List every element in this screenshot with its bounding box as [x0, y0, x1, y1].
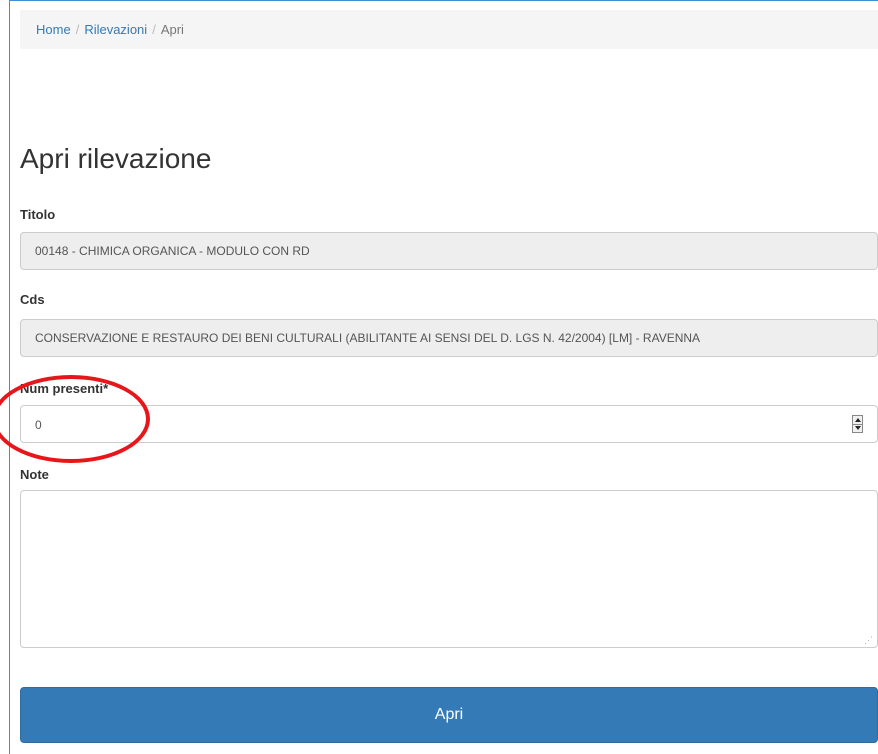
titolo-label: Titolo — [20, 207, 56, 222]
cds-label: Cds — [20, 292, 45, 307]
spinner-divider — [853, 424, 862, 425]
breadcrumb-separator: / — [75, 22, 80, 37]
breadcrumb-current: Apri — [160, 22, 184, 37]
breadcrumb-home-link[interactable]: Home — [36, 22, 71, 37]
breadcrumb-separator: / — [152, 22, 156, 37]
spin-down-icon[interactable] — [855, 426, 861, 430]
page-title: Apri rilevazione — [20, 143, 212, 174]
number-spinner[interactable] — [852, 415, 863, 433]
titolo-field: 00148 - CHIMICA ORGANICA - MODULO CON RD — [20, 232, 878, 270]
apri-submit-button[interactable]: Apri — [20, 687, 878, 743]
num-presenti-value: 0 — [35, 418, 42, 432]
spin-up-icon[interactable] — [855, 418, 861, 422]
apri-button-label: Apri — [434, 706, 464, 723]
num-presenti-input[interactable]: 0 — [20, 405, 878, 443]
note-label: Note — [20, 467, 49, 482]
resize-grip-icon[interactable]: ⋰ — [864, 636, 873, 645]
note-textarea[interactable]: ⋰ — [20, 490, 878, 648]
cds-field: CONSERVAZIONE E RESTAURO DEI BENI CULTUR… — [20, 319, 878, 357]
breadcrumb: Home / Rilevazioni / Apri — [20, 10, 878, 49]
breadcrumb-rilevazioni-link[interactable]: Rilevazioni — [84, 22, 147, 37]
num-presenti-label: Num presenti* — [20, 381, 109, 396]
